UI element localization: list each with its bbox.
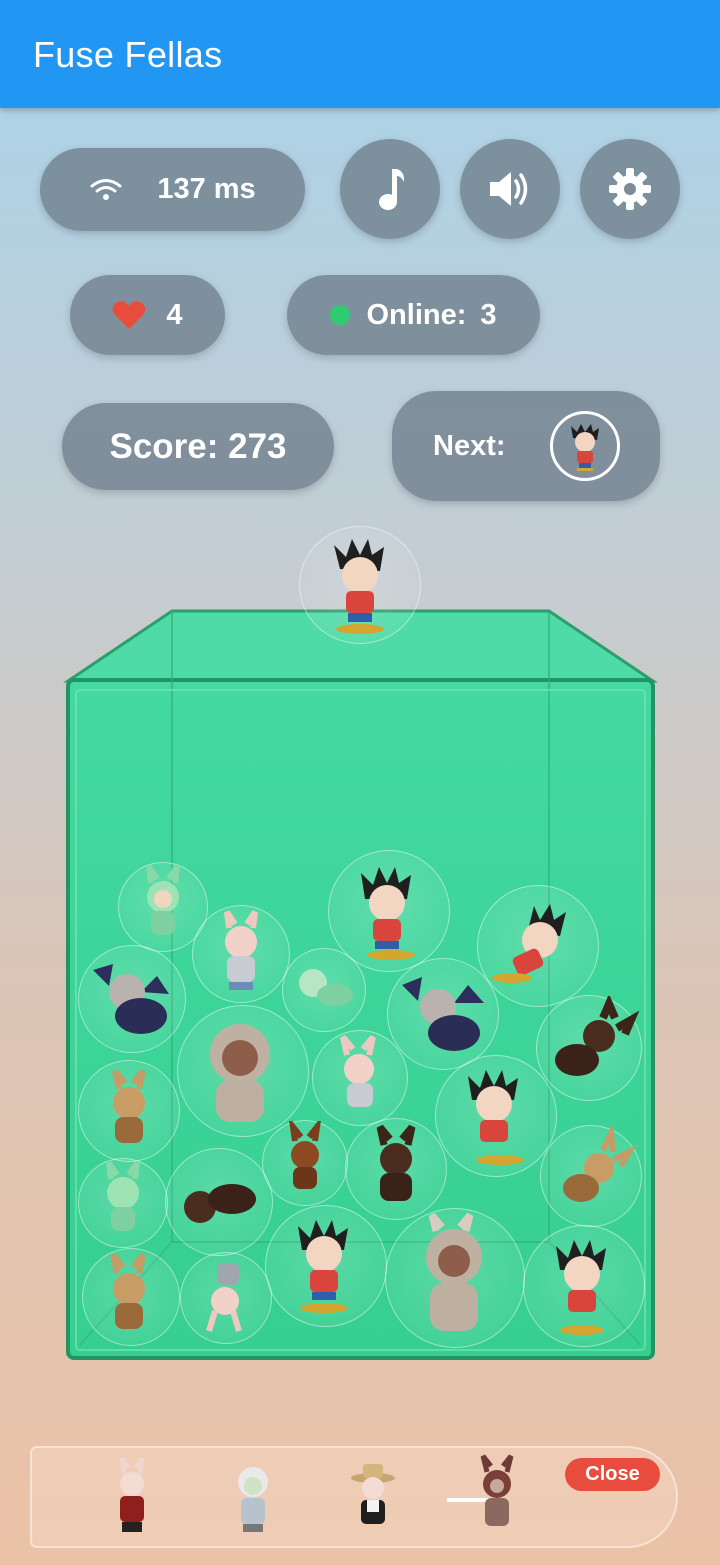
tray-item-red-outfit[interactable] xyxy=(104,1456,160,1540)
figure-monster-grey xyxy=(177,1005,309,1137)
figure-monster-bottom xyxy=(385,1208,525,1348)
figure-dark-brown-lying xyxy=(165,1148,273,1256)
tray-item-hat[interactable] xyxy=(345,1456,401,1540)
figure-brown-small xyxy=(262,1116,348,1206)
figure-tan-right xyxy=(540,1123,642,1227)
figure-grey-hoodie xyxy=(192,905,290,1003)
figure-luffy-lower xyxy=(435,1055,557,1177)
figure-luffy-bottom xyxy=(265,1205,387,1327)
figure-dark-brown-center xyxy=(345,1118,447,1220)
figure-tan-left xyxy=(78,1060,180,1162)
figure-navy-dress-left xyxy=(78,945,186,1053)
figure-luffy-bottom-right xyxy=(523,1225,645,1347)
figure-tan-bottom-left xyxy=(82,1248,180,1346)
tray-item-white-haired[interactable] xyxy=(225,1456,281,1540)
figure-pink-upside-down xyxy=(180,1252,272,1344)
figure-green-lower xyxy=(78,1158,168,1248)
close-button[interactable]: Close xyxy=(565,1458,660,1491)
figure-pink-hoodie xyxy=(312,1030,408,1126)
tray-item-dark-zombie[interactable] xyxy=(447,1454,527,1542)
dropper-figure[interactable] xyxy=(299,526,421,644)
